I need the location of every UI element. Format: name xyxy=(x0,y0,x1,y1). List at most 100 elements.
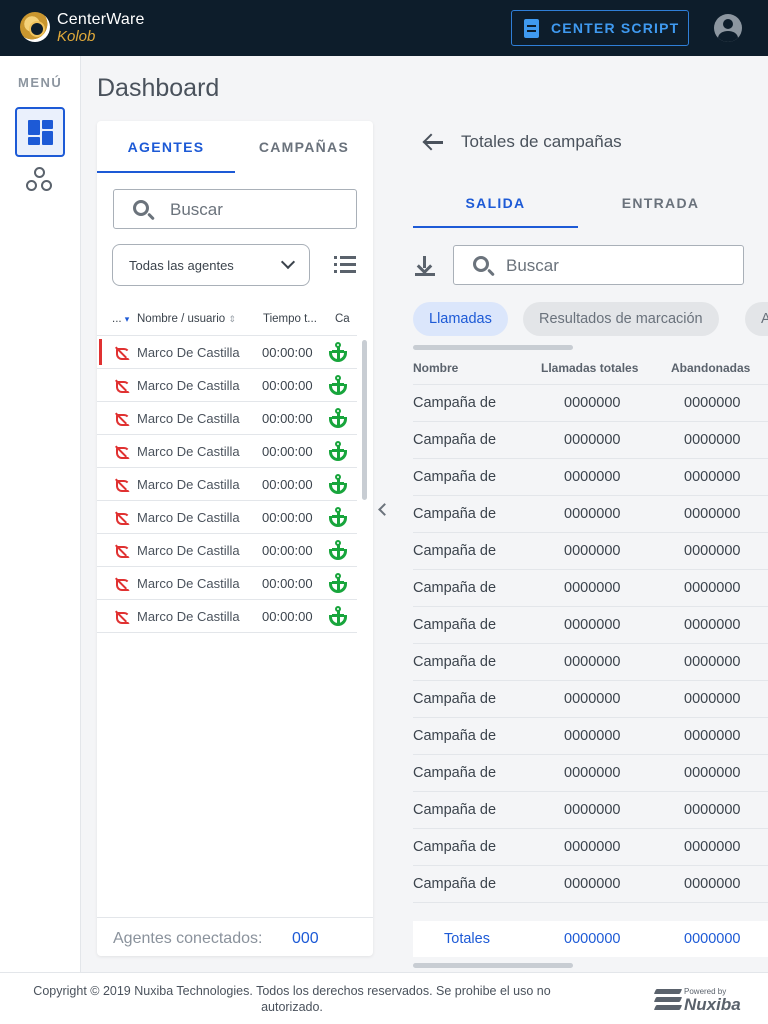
dashboard-icon-part xyxy=(42,131,53,145)
center-script-label: CENTER SCRIPT xyxy=(551,20,680,36)
chip-llamadas[interactable]: Llamadas xyxy=(413,302,508,336)
campaign-total-calls: 0000000 xyxy=(564,543,621,559)
anchor-icon-part xyxy=(329,615,347,626)
table-row[interactable]: Campaña de 0000000 0000000 xyxy=(413,422,768,459)
table-row[interactable]: Campaña de 0000000 0000000 xyxy=(413,755,768,792)
column-name[interactable]: Nombre / usuario ⇕ xyxy=(137,313,236,325)
table-row[interactable]: Campaña de 0000000 0000000 xyxy=(413,459,768,496)
phone-disconnected-icon xyxy=(115,445,130,459)
table-row[interactable]: Campaña de 0000000 0000000 xyxy=(413,792,768,829)
agents-footer: Agentes conectados: 000 xyxy=(97,917,373,956)
agents-filter-select[interactable]: Todas las agentes xyxy=(112,244,310,286)
phone-disconnected-icon xyxy=(115,346,130,360)
campaign-abandoned: 0000000 xyxy=(684,654,741,670)
anchor-icon-part xyxy=(329,417,347,428)
column-name-label: Nombre / usuario xyxy=(137,313,226,325)
agent-name: Marco De Castilla xyxy=(137,543,240,558)
list-view-icon-part xyxy=(334,256,337,259)
copyright-text: Copyright © 2019 Nuxiba Technologies. To… xyxy=(33,984,551,1014)
anchor-icon-part xyxy=(329,549,347,560)
campaign-name: Campaña de xyxy=(413,802,497,818)
table-scrollbar[interactable] xyxy=(413,963,573,968)
campaign-name: Campaña de xyxy=(413,543,497,559)
agent-name: Marco De Castilla xyxy=(137,411,240,426)
table-row[interactable]: Marco De Castilla 00:00:00 xyxy=(97,336,357,369)
table-row[interactable]: Marco De Castilla 00:00:00 xyxy=(97,567,357,600)
nuxiba-logo-icon xyxy=(653,989,683,1011)
table-row[interactable]: Marco De Castilla 00:00:00 xyxy=(97,468,357,501)
agent-time: 00:00:00 xyxy=(262,510,313,525)
campaign-direction-tabs: SALIDA ENTRADA xyxy=(413,180,768,228)
list-view-icon[interactable] xyxy=(334,256,356,274)
phone-disconnected-icon xyxy=(115,412,130,426)
column-llamadas-totales[interactable]: Llamadas totales xyxy=(541,361,638,375)
campaign-total-calls: 0000000 xyxy=(564,506,621,522)
tab-agentes[interactable]: AGENTES xyxy=(97,121,235,173)
table-row[interactable]: Marco De Castilla 00:00:00 xyxy=(97,435,357,468)
table-row[interactable]: Campaña de 0000000 0000000 xyxy=(413,533,768,570)
table-row[interactable]: Campaña de 0000000 0000000 xyxy=(413,496,768,533)
chip-resultados-marcacion[interactable]: Resultados de marcación xyxy=(523,302,719,336)
list-view-icon-part xyxy=(340,270,356,273)
sidebar-item-dashboard[interactable] xyxy=(15,107,65,157)
table-row[interactable]: Campaña de 0000000 0000000 xyxy=(413,829,768,866)
sidebar-item-campaigns[interactable] xyxy=(26,167,54,193)
table-row[interactable]: Marco De Castilla 00:00:00 xyxy=(97,369,357,402)
column-status[interactable]: ... ▾ xyxy=(112,313,129,325)
sidebar: MENÚ xyxy=(0,56,81,972)
agent-time: 00:00:00 xyxy=(262,576,313,591)
agents-table-header: ... ▾ Nombre / usuario ⇕ Tiempo t... Ca xyxy=(97,302,357,336)
table-row[interactable]: Marco De Castilla 00:00:00 xyxy=(97,402,357,435)
table-row[interactable]: Campaña de 0000000 0000000 xyxy=(413,866,768,903)
campaigns-icon xyxy=(34,167,45,178)
agent-name: Marco De Castilla xyxy=(137,378,240,393)
agent-name: Marco De Castilla xyxy=(137,444,240,459)
campaign-total-calls: 0000000 xyxy=(564,876,621,892)
phone-disconnected-icon xyxy=(115,577,130,591)
phone-disconnected-icon xyxy=(115,610,130,624)
campaign-total-calls: 0000000 xyxy=(564,654,621,670)
collapse-panel-icon[interactable] xyxy=(378,503,391,516)
campaign-name: Campaña de xyxy=(413,691,497,707)
download-icon-part xyxy=(416,258,433,275)
back-arrow-icon[interactable] xyxy=(423,134,443,150)
agent-name: Marco De Castilla xyxy=(137,510,240,525)
chips-scrollbar[interactable] xyxy=(413,345,573,350)
campaign-total-calls: 0000000 xyxy=(564,839,621,855)
table-row[interactable]: Campaña de 0000000 0000000 xyxy=(413,644,768,681)
connected-agents-label: Agentes conectados: xyxy=(113,930,263,947)
agent-time: 00:00:00 xyxy=(262,477,313,492)
phone-disconnected-icon xyxy=(115,511,130,525)
agents-panel: AGENTES CAMPAÑAS Buscar Todas las agente… xyxy=(97,121,373,956)
campaigns-icon-part xyxy=(41,180,52,191)
download-icon[interactable] xyxy=(415,256,435,276)
campaign-name: Campaña de xyxy=(413,395,497,411)
dashboard-icon-part xyxy=(42,120,53,129)
table-row[interactable]: Campaña de 0000000 0000000 xyxy=(413,385,768,422)
table-row[interactable]: Campaña de 0000000 0000000 xyxy=(413,607,768,644)
tab-entrada[interactable]: ENTRADA xyxy=(578,180,743,228)
campaigns-search-placeholder: Buscar xyxy=(506,256,559,275)
user-account-icon[interactable] xyxy=(714,14,742,42)
campaign-name: Campaña de xyxy=(413,876,497,892)
column-nombre[interactable]: Nombre xyxy=(413,361,458,375)
table-row[interactable]: Campaña de 0000000 0000000 xyxy=(413,681,768,718)
table-row[interactable]: Campaña de 0000000 0000000 xyxy=(413,718,768,755)
column-status-label: ... xyxy=(112,313,122,325)
table-row[interactable]: Marco De Castilla 00:00:00 xyxy=(97,600,357,633)
table-row[interactable]: Campaña de 0000000 0000000 xyxy=(413,570,768,607)
column-time[interactable]: Tiempo t... xyxy=(263,313,317,325)
campaigns-search-input[interactable]: Buscar xyxy=(453,245,744,285)
tab-salida[interactable]: SALIDA xyxy=(413,180,578,228)
agents-scrollbar[interactable] xyxy=(362,340,367,500)
table-row[interactable]: Marco De Castilla 00:00:00 xyxy=(97,534,357,567)
column-abandonadas[interactable]: Abandonadas xyxy=(671,361,750,375)
anchor-icon xyxy=(328,408,348,429)
table-row[interactable]: Marco De Castilla 00:00:00 xyxy=(97,501,357,534)
chip-overflow[interactable]: A xyxy=(745,302,768,336)
sort-icon: ⇕ xyxy=(228,314,236,324)
tab-campanas[interactable]: CAMPAÑAS xyxy=(235,121,373,173)
center-script-button[interactable]: CENTER SCRIPT xyxy=(511,10,689,46)
column-campaign[interactable]: Ca xyxy=(335,313,350,325)
agents-search-input[interactable]: Buscar xyxy=(113,189,357,229)
